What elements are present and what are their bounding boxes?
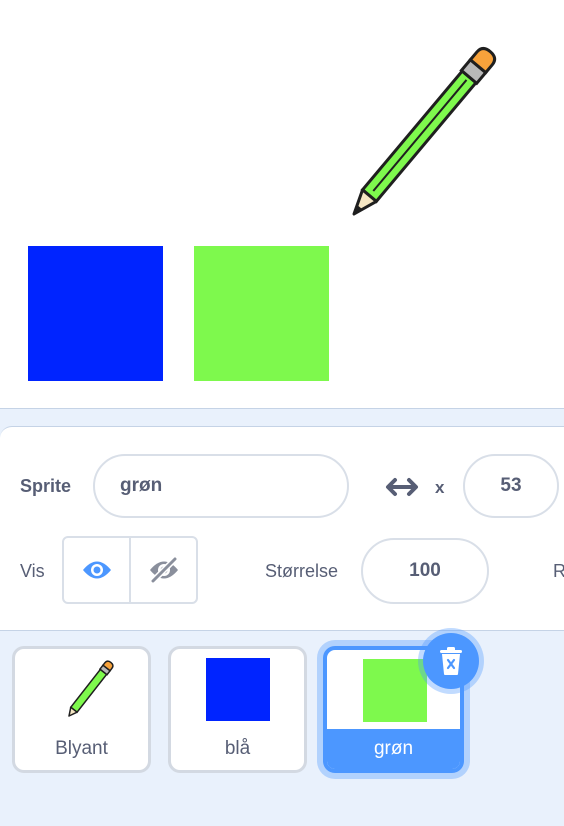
- direction-label-cutoff: R: [553, 561, 564, 581]
- sprite-name-value: grøn: [120, 475, 163, 496]
- x-value: 53: [500, 475, 522, 496]
- size-value: 100: [409, 560, 441, 581]
- x-input[interactable]: 53: [463, 454, 559, 518]
- horizontal-arrows-icon: [386, 478, 418, 496]
- sprite-name-input[interactable]: grøn: [93, 454, 349, 518]
- green-square-sprite[interactable]: [194, 246, 329, 381]
- visibility-toggle: [62, 536, 198, 604]
- x-label: x: [435, 478, 445, 497]
- show-label: Vis: [20, 561, 45, 581]
- size-label: Størrelse: [265, 561, 339, 581]
- hide-button[interactable]: [129, 538, 196, 602]
- trash-icon: [440, 647, 462, 675]
- pencil-icon: [68, 660, 114, 717]
- sprite-tile-label: Blyant: [55, 738, 108, 759]
- size-input[interactable]: 100: [361, 538, 489, 604]
- sprite-tile-blyant[interactable]: Blyant: [12, 646, 151, 773]
- show-button[interactable]: [64, 538, 129, 602]
- eye-icon: [82, 561, 111, 579]
- blue-square-thumbnail: [206, 658, 270, 721]
- sprite-tile-bla[interactable]: blå: [168, 646, 307, 773]
- blue-square-sprite[interactable]: [28, 246, 163, 381]
- sprite-label: Sprite: [20, 476, 72, 496]
- sprite-tile-label: blå: [224, 738, 251, 759]
- sprite-tile-label: grøn: [327, 729, 460, 769]
- stage[interactable]: [0, 0, 564, 409]
- eye-slash-icon: [149, 557, 178, 583]
- green-square-thumbnail: [363, 659, 427, 722]
- delete-sprite-button[interactable]: [423, 633, 479, 689]
